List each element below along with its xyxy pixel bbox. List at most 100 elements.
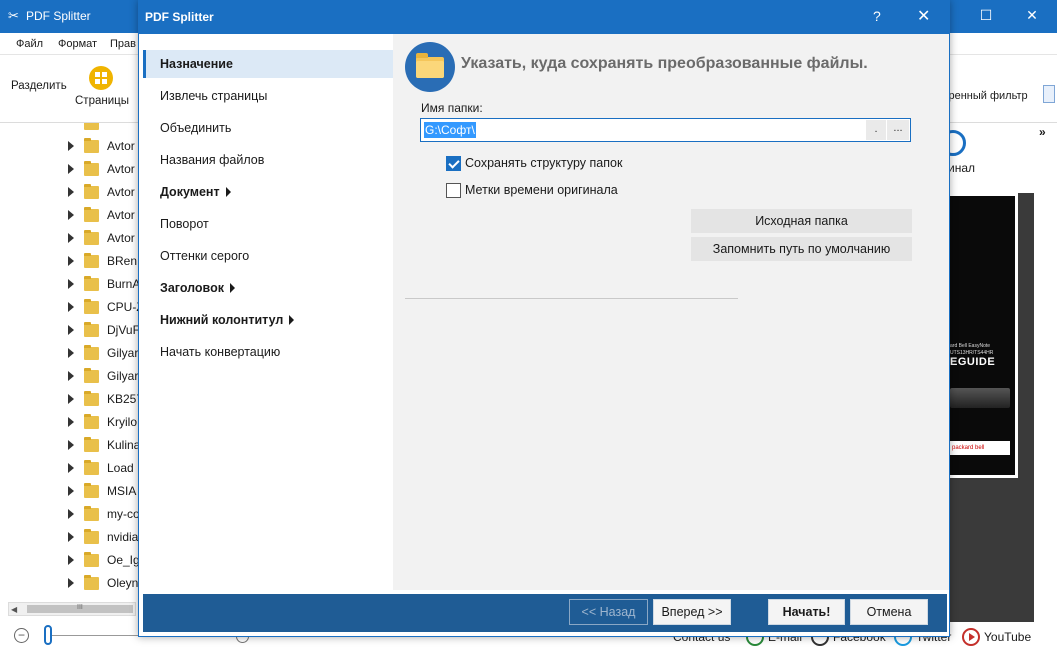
folder-path-value[interactable]: G:\Софт\ [424, 122, 476, 138]
tree-item-label[interactable]: MSIA [107, 484, 136, 498]
original-timestamps-checkbox[interactable] [446, 183, 461, 198]
expand-arrow-icon[interactable] [68, 141, 74, 151]
advanced-filter-button[interactable] [1043, 85, 1055, 103]
original-timestamps-label[interactable]: Метки времени оригинала [465, 183, 618, 197]
tree-row[interactable] [0, 123, 140, 135]
tree-item-label[interactable]: Gilyar [107, 369, 138, 383]
remember-default-path-button[interactable]: Запомнить путь по умолчанию [691, 237, 912, 261]
tree-item-label[interactable]: Avtor [107, 139, 135, 153]
tree-item-label[interactable]: BurnA [107, 277, 140, 291]
pages-button-label[interactable]: Страницы [75, 95, 129, 107]
tree-row[interactable]: Oleyn [0, 572, 140, 595]
folder-current-button[interactable]: . [866, 120, 886, 140]
tree-row[interactable]: Avtor [0, 158, 140, 181]
tree-row[interactable]: MSIA [0, 480, 140, 503]
expand-arrow-icon[interactable] [68, 509, 74, 519]
youtube-link[interactable]: YouTube [984, 630, 1031, 644]
tree-item-label[interactable]: nvidia [107, 530, 138, 544]
expand-arrow-icon[interactable] [68, 279, 74, 289]
tree-row[interactable]: Avtor [0, 227, 140, 250]
tree-row[interactable]: nvidia [0, 526, 140, 549]
youtube-icon[interactable] [962, 628, 980, 646]
help-icon[interactable]: ? [873, 8, 881, 24]
tree-item-label[interactable]: Avtor [107, 231, 135, 245]
nav-item-label[interactable]: Назначение [160, 57, 233, 71]
tree-row[interactable]: CPU-Z [0, 296, 140, 319]
expand-arrow-icon[interactable] [68, 440, 74, 450]
expand-arrow-icon[interactable] [68, 187, 74, 197]
menu-format[interactable]: Формат [58, 38, 97, 50]
cancel-button[interactable]: Отмена [850, 599, 928, 625]
nav-item[interactable]: Назначение [143, 50, 393, 78]
zoom-slider-thumb[interactable] [44, 625, 52, 645]
menu-file[interactable]: Файл [16, 38, 43, 50]
tree-row[interactable]: Avtor [0, 135, 140, 158]
tree-item-label[interactable]: Avtor [107, 208, 135, 222]
keep-structure-label[interactable]: Сохранять структуру папок [465, 156, 622, 170]
nav-item[interactable]: Начать конвертацию [143, 338, 393, 366]
expand-arrow-icon[interactable] [68, 463, 74, 473]
tree-row[interactable]: Kryilo [0, 411, 140, 434]
pages-icon[interactable] [89, 66, 113, 90]
expand-arrow-icon[interactable] [68, 164, 74, 174]
nav-item[interactable]: Заголовок [143, 274, 393, 302]
tree-row[interactable]: KB257 [0, 388, 140, 411]
tree-row[interactable]: BurnA [0, 273, 140, 296]
tree-item-label[interactable]: DjVuF [107, 323, 140, 337]
menu-edit[interactable]: Прав [110, 38, 136, 50]
zoom-out-icon[interactable]: − [14, 628, 29, 643]
original-view-label[interactable]: инал [948, 161, 975, 175]
expand-arrow-icon[interactable] [68, 417, 74, 427]
tree-item-label[interactable]: KB257 [107, 392, 140, 406]
start-button[interactable]: Начать! [768, 599, 845, 625]
nav-item-label[interactable]: Заголовок [160, 281, 224, 295]
nav-item[interactable]: Оттенки серого [143, 242, 393, 270]
tree-item-label[interactable]: CPU-Z [107, 300, 140, 314]
expand-arrow-icon[interactable] [68, 256, 74, 266]
expand-arrow-icon[interactable] [68, 486, 74, 496]
tree-item-label[interactable]: BRen [107, 254, 137, 268]
nav-item-label[interactable]: Нижний колонтитул [160, 313, 283, 327]
expand-arrow-icon[interactable] [68, 348, 74, 358]
tree-item-label[interactable]: Oleyn [107, 576, 138, 590]
tree-row[interactable]: Oe_Ig [0, 549, 140, 572]
nav-item[interactable]: Документ [143, 178, 393, 206]
tree-item-label[interactable]: Load [107, 461, 134, 475]
nav-item[interactable]: Поворот [143, 210, 393, 238]
nav-item[interactable]: Названия файлов [143, 146, 393, 174]
expand-arrow-icon[interactable] [68, 578, 74, 588]
expand-arrow-icon[interactable] [68, 302, 74, 312]
nav-item-label[interactable]: Поворот [160, 217, 209, 231]
expand-arrow-icon[interactable] [68, 532, 74, 542]
tree-row[interactable]: BRen [0, 250, 140, 273]
tree-item-label[interactable]: Oe_Ig [107, 553, 140, 567]
browse-folder-button[interactable]: ... [887, 120, 909, 140]
expand-arrow-icon[interactable] [68, 394, 74, 404]
nav-item-label[interactable]: Начать конвертацию [160, 345, 280, 359]
folder-path-input[interactable]: G:\Софт\ . ... [420, 118, 911, 142]
nav-item[interactable]: Извлечь страницы [143, 82, 393, 110]
tree-row[interactable]: DjVuF [0, 319, 140, 342]
maximize-icon[interactable]: ☐ [976, 7, 996, 24]
nav-item[interactable]: Нижний колонтитул [143, 306, 393, 334]
tree-row[interactable]: Avtor [0, 204, 140, 227]
tree-row[interactable]: Gilyar [0, 365, 140, 388]
scroll-left-icon[interactable]: ◀ [11, 605, 17, 614]
split-button[interactable]: Разделить [11, 80, 67, 92]
tree-row[interactable]: my-co [0, 503, 140, 526]
tree-row[interactable]: Olga_ [0, 595, 140, 598]
nav-item-label[interactable]: Оттенки серого [160, 249, 249, 263]
tree-row[interactable]: Kulina [0, 434, 140, 457]
tree-item-label[interactable]: Avtor [107, 185, 135, 199]
nav-item-label[interactable]: Объединить [160, 121, 231, 135]
nav-item-label[interactable]: Документ [160, 185, 220, 199]
keep-structure-checkbox[interactable] [446, 156, 461, 171]
nav-item-label[interactable]: Названия файлов [160, 153, 264, 167]
tree-item-label[interactable]: my-co [107, 507, 140, 521]
nav-item-label[interactable]: Извлечь страницы [160, 89, 267, 103]
tree-row[interactable]: Load [0, 457, 140, 480]
tree-item-label[interactable]: Kryilo [107, 415, 137, 429]
expand-arrow-icon[interactable] [68, 233, 74, 243]
tree-row[interactable]: Avtor [0, 181, 140, 204]
expand-arrow-icon[interactable] [68, 325, 74, 335]
